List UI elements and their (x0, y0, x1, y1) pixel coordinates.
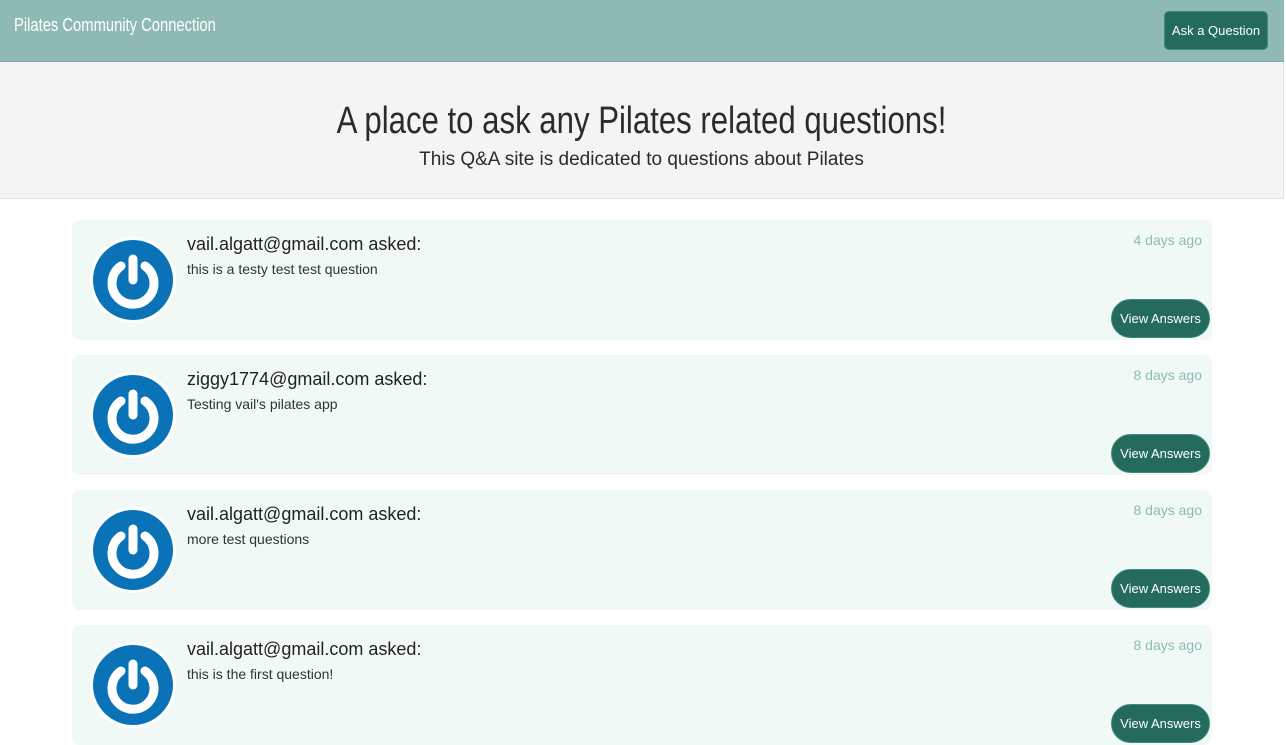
hero-title: A place to ask any Pilates related quest… (336, 100, 947, 142)
ask-question-button[interactable]: Ask a Question (1164, 11, 1268, 50)
question-text: Testing vail's pilates app (187, 396, 338, 412)
question-text: more test questions (187, 531, 310, 547)
avatar (90, 507, 176, 593)
power-icon (93, 510, 173, 590)
question-card: vail.algatt@gmail.com asked: this is a t… (72, 220, 1212, 340)
view-answers-button[interactable]: View Answers (1111, 569, 1210, 608)
hero-subtitle: This Q&A site is dedicated to questions … (419, 149, 864, 170)
asker-label: vail.algatt@gmail.com asked: (187, 234, 422, 254)
question-time: 8 days ago (1133, 367, 1203, 383)
question-text: this is a testy test test question (187, 261, 378, 277)
asker-label: vail.algatt@gmail.com asked: (187, 504, 422, 524)
asker-label: vail.algatt@gmail.com asked: (187, 639, 422, 659)
hero-banner: A place to ask any Pilates related quest… (0, 62, 1284, 199)
question-text: this is the first question! (187, 666, 334, 682)
question-time: 8 days ago (1133, 502, 1203, 518)
view-answers-button[interactable]: View Answers (1111, 299, 1210, 338)
question-time: 4 days ago (1133, 232, 1203, 248)
question-card: ziggy1774@gmail.com asked: Testing vail'… (72, 355, 1212, 475)
avatar (90, 237, 176, 323)
view-answers-button[interactable]: View Answers (1111, 434, 1210, 473)
question-card: vail.algatt@gmail.com asked: more test q… (72, 490, 1212, 610)
top-navbar: Pilates Community Connection Ask a Quest… (0, 0, 1284, 62)
power-icon (93, 645, 173, 725)
question-card: vail.algatt@gmail.com asked: this is the… (72, 625, 1212, 745)
brand-link[interactable]: Pilates Community Connection (14, 15, 216, 36)
avatar (90, 372, 176, 458)
power-icon (93, 375, 173, 455)
avatar (90, 642, 176, 728)
power-icon (93, 240, 173, 320)
question-time: 8 days ago (1133, 637, 1203, 653)
view-answers-button[interactable]: View Answers (1111, 704, 1210, 743)
asker-label: ziggy1774@gmail.com asked: (187, 369, 428, 389)
